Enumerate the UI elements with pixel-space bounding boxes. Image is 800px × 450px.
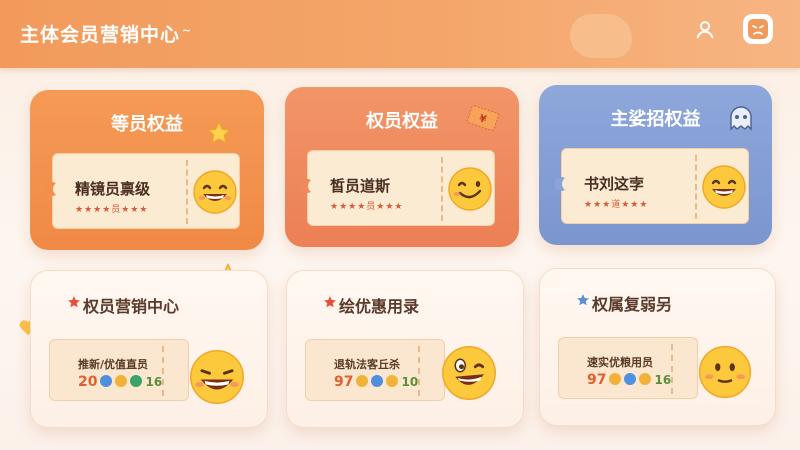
ticket-stamp-icon: ¥ xyxy=(466,105,500,131)
benefit-card-3[interactable]: 主娑招权益 书刘这孛 ★★★道★★★ xyxy=(539,85,772,245)
star-icon xyxy=(68,296,80,308)
coupon-tail: 16 xyxy=(654,373,672,387)
coupon-number: 20 xyxy=(78,374,98,390)
card-title: 绘优惠用录 xyxy=(339,297,420,316)
grin-emoji-icon xyxy=(702,165,746,209)
star-icon xyxy=(324,296,336,308)
coupon-tail: 10 xyxy=(401,375,419,389)
app-title-text: 主体会员营销中心 xyxy=(20,24,181,46)
coin-icon xyxy=(115,375,128,387)
coupon-value: 97 10 xyxy=(334,374,418,390)
coupon-number: 97 xyxy=(587,372,607,388)
coin-icon xyxy=(609,373,622,385)
coupon-number: 97 xyxy=(334,374,354,390)
ghost-mascot-icon xyxy=(730,106,752,131)
benefit-card-1[interactable]: 等员权益 精镜员禀级 ★★★★员★★★ xyxy=(30,90,264,250)
ticket-stars: ★★★道★★★ xyxy=(584,200,649,210)
laugh-emoji-icon xyxy=(190,350,244,404)
user-icon xyxy=(696,21,714,39)
promo-card-3[interactable]: 权属复弱另 速实优粮用员 97 16 xyxy=(539,268,776,426)
wink-emoji-icon xyxy=(448,167,492,211)
mini-coupon[interactable]: 推新/优值直员 20 16 xyxy=(49,339,189,401)
face-button[interactable] xyxy=(743,14,773,44)
ticket-stars: ★★★★员★★★ xyxy=(330,202,404,212)
coin-icon xyxy=(639,373,652,385)
app-title: 主体会员营销中心 ~ xyxy=(20,20,192,47)
ticket-stars: ★★★★员★★★ xyxy=(75,205,149,215)
title-mark: ~ xyxy=(182,23,193,37)
coupon-label: 退轨法客丘杀 xyxy=(334,358,400,371)
coupon-ticket[interactable]: 皙员道斯 ★★★★员★★★ xyxy=(300,150,495,226)
star-icon xyxy=(577,294,589,306)
coupon-tail: 16 xyxy=(145,375,163,389)
header-bar: 主体会员营销中心 ~ xyxy=(0,0,800,68)
coin-icon xyxy=(371,375,384,387)
coin-icon xyxy=(386,375,399,387)
mini-coupon[interactable]: 速实优粮用员 97 16 xyxy=(558,337,698,399)
coin-icon xyxy=(130,375,143,387)
coin-icon xyxy=(100,375,113,387)
smile-emoji-icon xyxy=(193,170,237,214)
ticket-divider xyxy=(671,344,673,394)
promo-card-2[interactable]: 绘优惠用录 退轨法客丘杀 97 10 xyxy=(286,270,524,428)
mini-coupon[interactable]: 退轨法客丘杀 97 10 xyxy=(305,339,445,401)
decorative-cloud-icon xyxy=(570,14,632,58)
crazy-emoji-icon xyxy=(442,346,496,400)
card-title: 权员营销中心 xyxy=(83,297,180,316)
ticket-title: 书刘这孛 xyxy=(584,175,645,193)
ticket-divider xyxy=(418,346,420,396)
user-button[interactable] xyxy=(690,14,720,44)
benefit-card-2[interactable]: 权员权益 ¥ 皙员道斯 ★★★★员★★★ xyxy=(285,87,519,247)
promo-card-1[interactable]: 权员营销中心 推新/优值直员 20 16 xyxy=(30,270,268,428)
ticket-divider xyxy=(441,157,443,221)
card-title: 权属复弱另 xyxy=(592,295,673,314)
coupon-label: 速实优粮用员 xyxy=(587,356,653,369)
coin-icon xyxy=(624,373,637,385)
ticket-divider xyxy=(695,155,697,219)
coupon-value: 20 16 xyxy=(78,374,162,390)
frown-face-icon xyxy=(748,19,768,39)
neutral-emoji-icon xyxy=(698,345,752,399)
ticket-divider xyxy=(162,346,164,396)
ticket-title: 皙员道斯 xyxy=(330,177,391,195)
ticket-divider xyxy=(186,160,188,224)
coupon-value: 97 16 xyxy=(587,372,671,388)
coupon-ticket[interactable]: 书刘这孛 ★★★道★★★ xyxy=(554,148,749,224)
coin-icon xyxy=(356,375,369,387)
ticket-title: 精镜员禀级 xyxy=(75,180,151,198)
coupon-label: 推新/优值直员 xyxy=(78,358,149,371)
coupon-ticket[interactable]: 精镜员禀级 ★★★★员★★★ xyxy=(45,153,240,229)
star-icon xyxy=(206,120,232,144)
